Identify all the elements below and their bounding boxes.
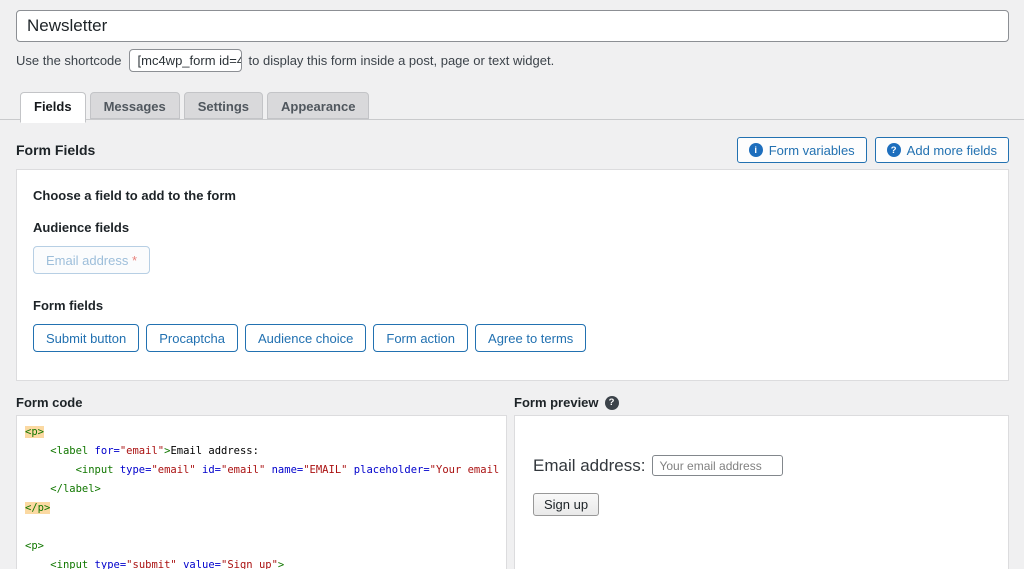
shortcode-row: Use the shortcode to display this form i… xyxy=(16,49,1009,72)
page-title: Form Fields xyxy=(16,142,96,158)
shortcode-input[interactable] xyxy=(128,49,242,72)
form-variables-button-label: Form variables xyxy=(768,142,855,158)
preview-email-input[interactable] xyxy=(652,455,784,476)
required-asterisk: * xyxy=(132,252,138,268)
audience-choice-button[interactable]: Audience choice xyxy=(244,324,367,352)
tab-bar: Fields Messages Settings Appearance xyxy=(0,92,1024,123)
form-field-buttons: Submit button Procaptcha Audience choice Fo… xyxy=(33,324,992,352)
form-code-label: Form code xyxy=(16,395,83,410)
email-address-field-label: Email address xyxy=(46,252,129,268)
form-editor-page: Use the shortcode to display this form i… xyxy=(0,0,1024,569)
form-code-editor[interactable]: <p> <label for="email">Email address: <i… xyxy=(16,415,507,569)
help-icon[interactable]: ? xyxy=(604,395,619,410)
field-chooser-intro: Choose a field to add to the form xyxy=(33,188,236,203)
form-preview-panel: Email address: Sign up xyxy=(514,415,1009,569)
code-line: <p> xyxy=(25,426,44,438)
question-icon: ? xyxy=(886,143,901,157)
agree-to-terms-button[interactable]: Agree to terms xyxy=(475,324,587,352)
submit-button-button[interactable]: Submit button xyxy=(33,324,140,352)
shortcode-prefix-text: Use the shortcode xyxy=(16,53,122,68)
preview-signup-button[interactable]: Sign up xyxy=(533,493,600,516)
form-action-button[interactable]: Form action xyxy=(373,324,469,352)
tab-fields[interactable]: Fields xyxy=(20,92,86,123)
audience-fields-heading: Audience fields xyxy=(33,220,130,235)
form-fields-heading: Form fields xyxy=(33,298,104,313)
form-preview-column: Form preview ? Email address: Sign up xyxy=(514,395,1009,569)
form-title-input[interactable] xyxy=(16,10,1009,42)
shortcode-suffix-text: to display this form inside a post, page… xyxy=(248,53,555,68)
code-line: <p> xyxy=(25,540,44,552)
form-variables-button[interactable]: i Form variables xyxy=(736,137,867,163)
header-buttons: i Form variables? Add more fields xyxy=(736,137,1009,163)
tab-messages[interactable]: Messages xyxy=(89,92,180,119)
code-preview-columns: Form code <p> <label for="email">Email a… xyxy=(16,395,1009,569)
field-chooser-panel: Choose a field to add to the form Audien… xyxy=(16,169,1009,381)
code-line: <input type="email" id="email" name="EMA… xyxy=(75,464,506,476)
code-line: <label for="email">Email address: xyxy=(50,445,259,457)
form-preview-label: Form preview xyxy=(514,395,599,410)
form-fields-header: Form Fields i Form variables? Add more fie… xyxy=(16,137,1009,163)
preview-email-label: Email address: xyxy=(533,455,646,475)
code-line: </label> xyxy=(50,483,101,495)
email-address-field-button[interactable]: Email address * xyxy=(33,246,151,274)
info-icon: i xyxy=(748,143,763,157)
tab-appearance[interactable]: Appearance xyxy=(267,92,370,119)
code-line: <input type="submit" value="Sign up"> xyxy=(50,559,285,569)
tab-settings[interactable]: Settings xyxy=(183,92,264,119)
add-more-fields-button[interactable]: ? Add more fields xyxy=(874,137,1009,163)
form-code-column: Form code <p> <label for="email">Email a… xyxy=(16,395,507,569)
code-line: </p> xyxy=(25,502,51,514)
procaptcha-button[interactable]: Procaptcha xyxy=(146,324,238,352)
add-more-fields-button-label: Add more fields xyxy=(906,142,997,158)
